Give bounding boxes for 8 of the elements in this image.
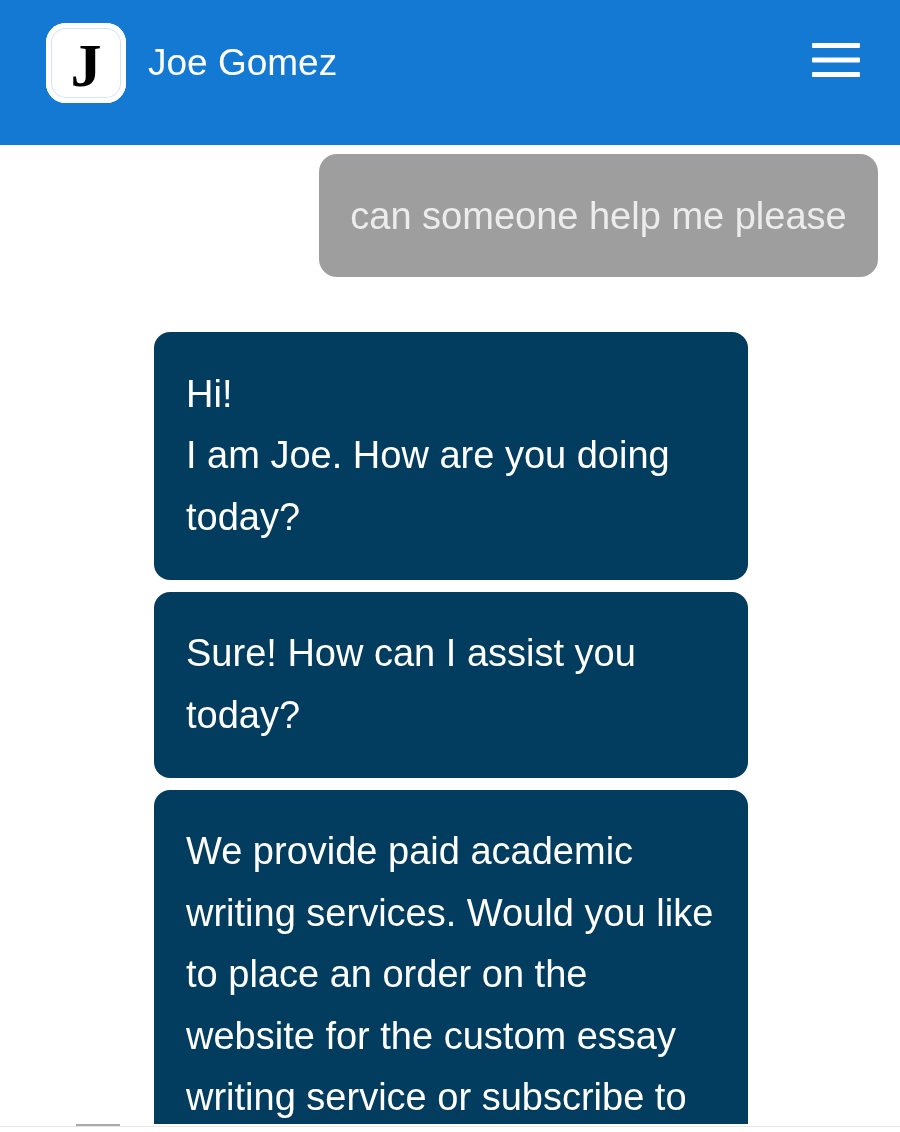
logo-icon: J	[46, 22, 126, 103]
agent-name: Joe Gomez	[148, 40, 338, 85]
agent-message: Hi! I am Joe. How are you doing today?	[154, 332, 748, 580]
menu-icon	[812, 41, 860, 78]
menu-button[interactable]	[812, 41, 860, 78]
user-message: can someone help me please	[319, 154, 878, 277]
agent-message: We provide paid academic writing services. Would you like to place an order on the website for the custom essay writing service or subscribe to	[154, 789, 748, 1124]
agent-message: Sure! How can I assist you today?	[154, 591, 748, 778]
